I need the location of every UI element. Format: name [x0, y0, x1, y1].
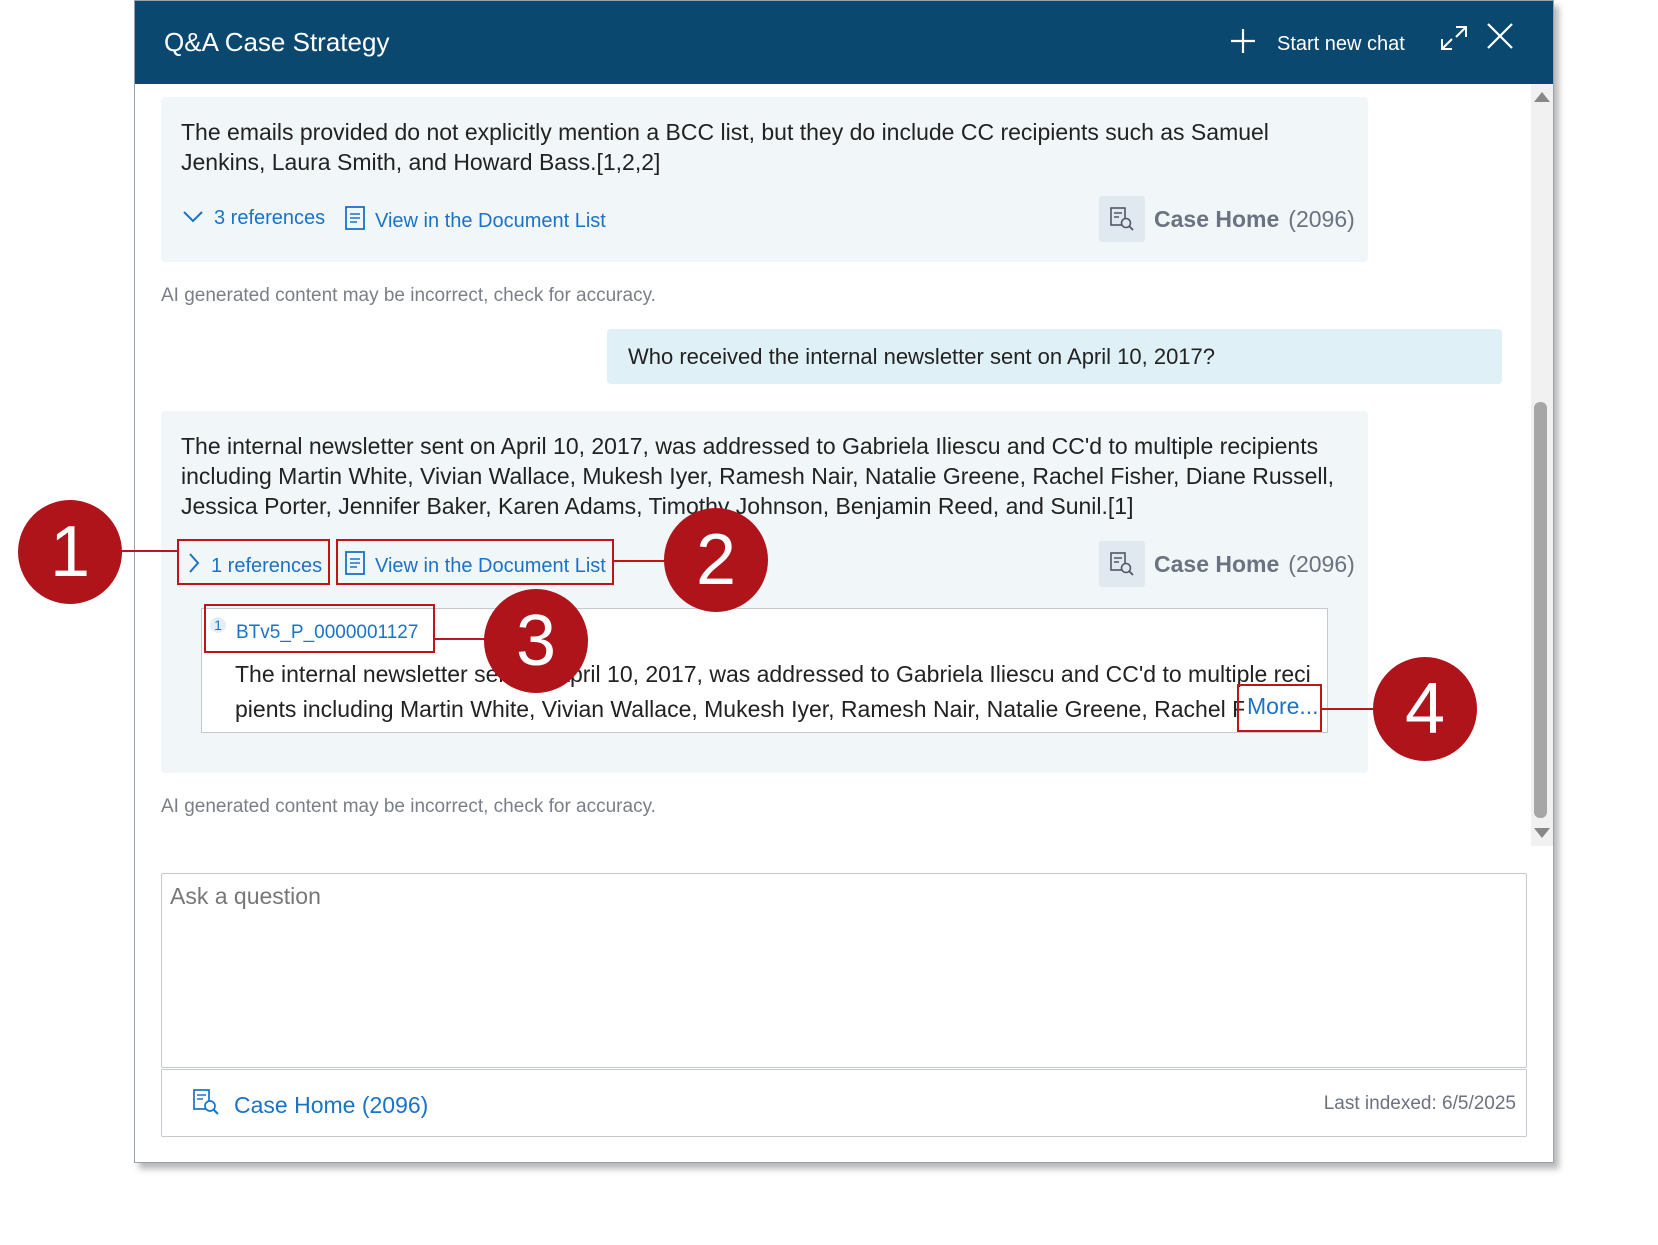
more-link[interactable]: More...	[1244, 693, 1319, 720]
case-name: Case Home	[1154, 205, 1280, 232]
case-search-icon	[1099, 196, 1145, 242]
chat-history[interactable]: The emails provided do not explicitly me…	[135, 84, 1553, 846]
start-new-chat-button[interactable]: Start new chat	[1229, 27, 1405, 61]
ai-disclaimer: AI generated content may be incorrect, c…	[161, 285, 656, 306]
ai-disclaimer: AI generated content may be incorrect, c…	[161, 796, 656, 817]
question-input-box	[161, 873, 1527, 1068]
case-badge: Case Home (2096)	[1099, 196, 1355, 242]
view-in-document-list-link[interactable]: View in the Document List	[344, 550, 606, 582]
reference-number: 1	[210, 617, 226, 633]
expand-icon[interactable]	[1439, 23, 1469, 58]
close-icon[interactable]	[1485, 21, 1515, 56]
references-label: 3 references	[214, 207, 326, 229]
scroll-down-arrow-icon[interactable]	[1534, 828, 1550, 838]
user-message: Who received the internal newsletter sen…	[607, 329, 1502, 384]
assistant-message-text: The emails provided do not explicitly me…	[181, 119, 1269, 175]
reference-document-link[interactable]: BTv5_P_0000001127	[236, 622, 418, 644]
assistant-message-text: The internal newsletter sent on April 10…	[181, 433, 1335, 519]
view-in-document-list-label: View in the Document List	[375, 209, 606, 232]
last-indexed: Last indexed: 6/5/2025	[1323, 1093, 1516, 1114]
scroll-up-arrow-icon[interactable]	[1534, 92, 1550, 102]
assistant-message: The emails provided do not explicitly me…	[161, 97, 1368, 262]
chevron-right-icon	[187, 552, 201, 580]
case-home-link[interactable]: Case Home (2096)	[192, 1088, 428, 1122]
document-icon	[344, 205, 366, 237]
start-new-chat-label: Start new chat	[1277, 32, 1405, 55]
references-toggle[interactable]: 3 references	[182, 207, 325, 230]
reference-snippet: The internal newsletter sent on April 10…	[235, 661, 1311, 722]
scrollbar[interactable]	[1531, 84, 1553, 846]
chevron-down-icon	[182, 207, 204, 230]
view-in-document-list-label: View in the Document List	[375, 554, 606, 577]
annotation-leader-line	[1322, 708, 1374, 710]
annotation-marker: 2	[664, 508, 768, 612]
document-icon	[344, 550, 366, 582]
references-toggle[interactable]: 1 references	[187, 552, 322, 580]
annotation-marker: 3	[484, 589, 588, 693]
qa-panel: Q&A Case Strategy Start new chat The ema…	[134, 0, 1554, 1163]
annotation-marker: 4	[1373, 657, 1477, 761]
annotation-leader-line	[435, 638, 485, 640]
view-in-document-list-link[interactable]: View in the Document List	[344, 205, 606, 237]
panel-title: Q&A Case Strategy	[164, 27, 390, 57]
case-search-icon	[192, 1088, 220, 1122]
annotation-leader-line	[614, 560, 666, 562]
annotation-marker: 1	[18, 500, 122, 604]
scrollbar-thumb[interactable]	[1534, 402, 1547, 818]
annotation-leader-line	[118, 550, 177, 552]
question-input[interactable]	[162, 874, 1526, 1067]
case-footer: Case Home (2096) Last indexed: 6/5/2025	[161, 1069, 1527, 1137]
case-name: Case Home	[1154, 550, 1280, 577]
case-home-label: Case Home (2096)	[234, 1091, 429, 1118]
reference-card: 1 BTv5_P_0000001127 The internal newslet…	[201, 608, 1328, 733]
panel-header: Q&A Case Strategy Start new chat	[135, 1, 1553, 84]
plus-icon	[1229, 27, 1257, 61]
case-count: (2096)	[1288, 550, 1355, 577]
case-count: (2096)	[1288, 205, 1355, 232]
references-label: 1 references	[211, 554, 323, 577]
case-badge: Case Home (2096)	[1099, 541, 1355, 587]
case-search-icon	[1099, 541, 1145, 587]
